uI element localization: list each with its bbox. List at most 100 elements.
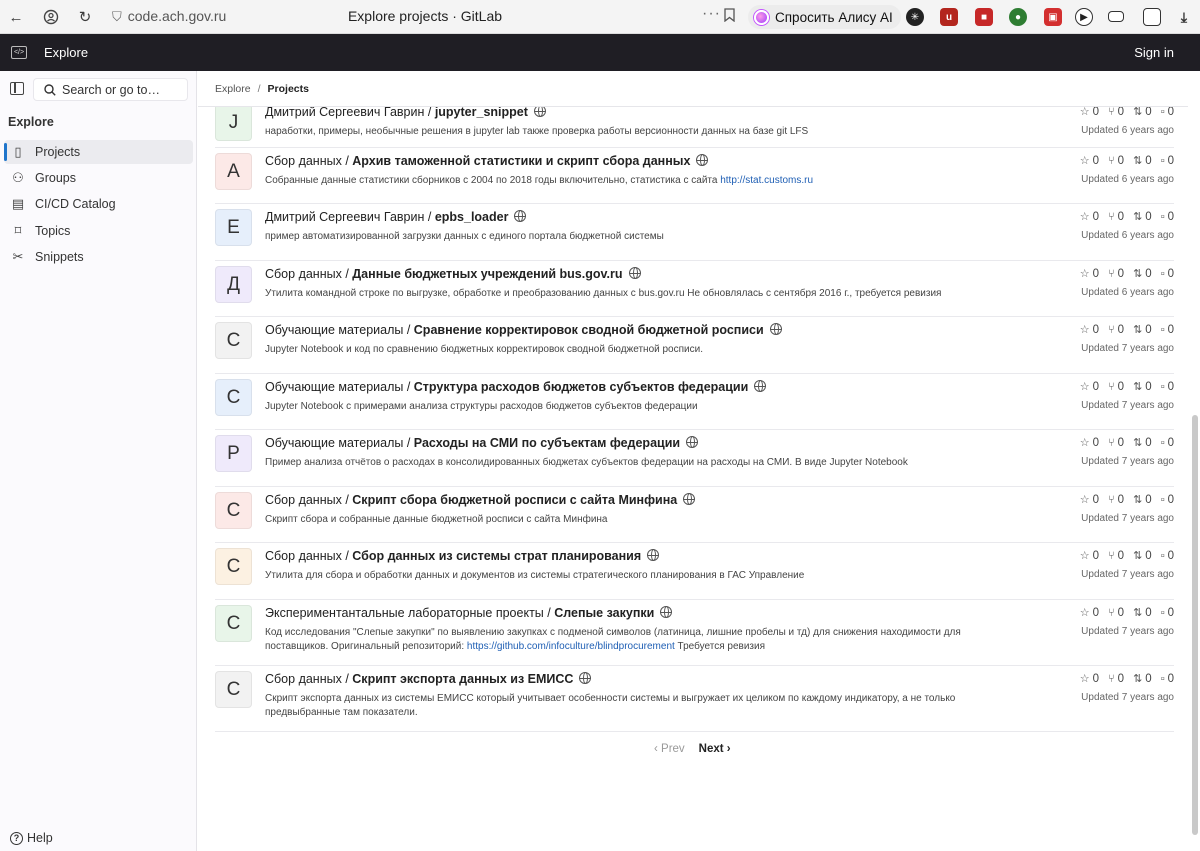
description-link[interactable]: http://stat.customs.ru (720, 175, 813, 186)
fork-count[interactable]: ⑂ 0 (1108, 549, 1124, 562)
project-row[interactable]: Р Обучающие материалы / Расходы на СМИ по… (215, 430, 1174, 487)
fork-count[interactable]: ⑂ 0 (1108, 154, 1124, 167)
topnav-title[interactable]: Explore (44, 45, 88, 60)
project-title[interactable]: Сбор данных / Архив таможенной статистик… (265, 154, 709, 168)
more-options-icon[interactable]: ··· (702, 5, 721, 23)
help-button[interactable]: ? Help (10, 831, 53, 845)
sidebar-item-topics[interactable]: ⌑ Topics (4, 219, 193, 243)
star-count[interactable]: ☆ 0 (1080, 549, 1099, 563)
project-title[interactable]: Дмитрий Сергеевич Гаврин / jupyter_snipp… (265, 107, 546, 119)
project-row[interactable]: С Обучающие материалы / Сравнение коррект… (215, 317, 1174, 374)
project-title[interactable]: Сбор данных / Скрипт экспорта данных из … (265, 672, 592, 686)
search-input[interactable]: Search or go to… (33, 78, 188, 101)
project-name[interactable]: Архив таможенной статистики и скрипт сбо… (352, 154, 690, 168)
issue-count[interactable]: ▫ 0 (1161, 436, 1174, 449)
project-row[interactable]: A Сбор данных / Архив таможенной статисти… (215, 148, 1174, 204)
star-count[interactable]: ☆ 0 (1080, 154, 1099, 168)
star-count[interactable]: ☆ 0 (1080, 210, 1099, 224)
issue-count[interactable]: ▫ 0 (1161, 323, 1174, 336)
issue-count[interactable]: ▫ 0 (1161, 267, 1174, 280)
code-logo-icon[interactable]: </> (11, 46, 27, 59)
battery-extension-icon[interactable] (1108, 11, 1124, 22)
sidebar-item-snippets[interactable]: ✂ Snippets (4, 245, 193, 269)
fork-count[interactable]: ⑂ 0 (1108, 380, 1124, 393)
issue-count[interactable]: ▫ 0 (1161, 107, 1174, 118)
puzzle-extension-icon[interactable] (1143, 8, 1161, 26)
star-count[interactable]: ☆ 0 (1080, 493, 1099, 507)
merge-request-count[interactable]: ⇅ 0 (1133, 549, 1152, 563)
project-avatar[interactable]: С (215, 379, 252, 416)
openai-extension-icon[interactable]: ✳ (906, 8, 924, 26)
sidebar-item-cicd-catalog[interactable]: ▤ CI/CD Catalog (4, 192, 193, 216)
project-title[interactable]: Обучающие материалы / Расходы на СМИ по … (265, 436, 699, 450)
download-icon[interactable]: ⤓ (1175, 8, 1193, 26)
breadcrumb-explore[interactable]: Explore (215, 83, 251, 95)
fork-count[interactable]: ⑂ 0 (1108, 493, 1124, 506)
fork-count[interactable]: ⑂ 0 (1108, 267, 1124, 280)
project-row[interactable]: J Дмитрий Сергеевич Гаврин / jupyter_snip… (215, 107, 1174, 148)
merge-request-count[interactable]: ⇅ 0 (1133, 436, 1152, 450)
merge-request-count[interactable]: ⇅ 0 (1133, 323, 1152, 337)
project-row[interactable]: С Экспериментантальные лабораторные проек… (215, 600, 1174, 666)
project-avatar[interactable]: С (215, 548, 252, 585)
merge-request-count[interactable]: ⇅ 0 (1133, 606, 1152, 620)
project-name[interactable]: Структура расходов бюджетов субъектов фе… (414, 380, 749, 394)
prev-page-button[interactable]: ‹ Prev (654, 743, 685, 755)
star-count[interactable]: ☆ 0 (1080, 267, 1099, 281)
project-avatar[interactable]: Д (215, 266, 252, 303)
fork-count[interactable]: ⑂ 0 (1108, 323, 1124, 336)
star-count[interactable]: ☆ 0 (1080, 323, 1099, 337)
project-name[interactable]: Скрипт сбора бюджетной росписи с сайта М… (352, 493, 677, 507)
project-row[interactable]: Д Сбор данных / Данные бюджетных учрежден… (215, 261, 1174, 317)
sidebar-toggle-icon[interactable] (10, 82, 24, 95)
bookmark-icon[interactable] (724, 8, 735, 25)
project-avatar[interactable]: A (215, 153, 252, 190)
merge-request-count[interactable]: ⇅ 0 (1133, 493, 1152, 507)
project-avatar[interactable]: Р (215, 435, 252, 472)
play-extension-icon[interactable]: ▶ (1075, 8, 1093, 26)
project-row[interactable]: E Дмитрий Сергеевич Гаврин / epbs_loader п… (215, 204, 1174, 261)
project-row[interactable]: С Обучающие материалы / Структура расходо… (215, 374, 1174, 430)
fork-count[interactable]: ⑂ 0 (1108, 436, 1124, 449)
project-row[interactable]: С Сбор данных / Сбор данных из системы ст… (215, 543, 1174, 600)
project-name[interactable]: jupyter_snippet (435, 107, 528, 119)
description-link[interactable]: https://github.com/infoculture/blindproc… (467, 641, 675, 652)
project-avatar[interactable]: J (215, 107, 252, 141)
project-avatar[interactable]: С (215, 605, 252, 642)
next-page-button[interactable]: Next › (699, 743, 731, 755)
project-name[interactable]: epbs_loader (435, 210, 509, 224)
shield-extension-icon[interactable]: ■ (975, 8, 993, 26)
project-row[interactable]: С Сбор данных / Скрипт сбора бюджетной ро… (215, 487, 1174, 543)
merge-request-count[interactable]: ⇅ 0 (1133, 267, 1152, 281)
project-name[interactable]: Сравнение корректировок сводной бюджетно… (414, 323, 764, 337)
project-avatar[interactable]: С (215, 671, 252, 708)
project-title[interactable]: Дмитрий Сергеевич Гаврин / epbs_loader (265, 210, 527, 224)
sidebar-item-groups[interactable]: ⚇ Groups (4, 166, 193, 190)
project-row[interactable]: С Сбор данных / Скрипт экспорта данных из… (215, 666, 1174, 732)
issue-count[interactable]: ▫ 0 (1161, 210, 1174, 223)
project-title[interactable]: Обучающие материалы / Сравнение корректи… (265, 323, 782, 337)
issue-count[interactable]: ▫ 0 (1161, 380, 1174, 393)
issue-count[interactable]: ▫ 0 (1161, 493, 1174, 506)
project-avatar[interactable]: С (215, 322, 252, 359)
issue-count[interactable]: ▫ 0 (1161, 154, 1174, 167)
merge-request-count[interactable]: ⇅ 0 (1133, 154, 1152, 168)
issue-count[interactable]: ▫ 0 (1161, 672, 1174, 685)
project-name[interactable]: Данные бюджетных учреждений bus.gov.ru (352, 267, 622, 281)
star-count[interactable]: ☆ 0 (1080, 380, 1099, 394)
fork-count[interactable]: ⑂ 0 (1108, 107, 1124, 118)
project-title[interactable]: Экспериментантальные лабораторные проект… (265, 606, 673, 620)
ublock-extension-icon[interactable]: u (940, 8, 958, 26)
scrollbar[interactable] (1192, 415, 1198, 835)
sign-in-link[interactable]: Sign in (1134, 45, 1174, 60)
project-name[interactable]: Расходы на СМИ по субъектам федерации (414, 436, 680, 450)
project-title[interactable]: Сбор данных / Скрипт сбора бюджетной рос… (265, 493, 696, 507)
fork-count[interactable]: ⑂ 0 (1108, 672, 1124, 685)
breadcrumb-projects[interactable]: Projects (268, 83, 309, 95)
merge-request-count[interactable]: ⇅ 0 (1133, 210, 1152, 224)
project-avatar[interactable]: E (215, 209, 252, 246)
issue-count[interactable]: ▫ 0 (1161, 606, 1174, 619)
merge-request-count[interactable]: ⇅ 0 (1133, 672, 1152, 686)
project-title[interactable]: Сбор данных / Данные бюджетных учреждени… (265, 267, 641, 281)
project-title[interactable]: Обучающие материалы / Структура расходов… (265, 380, 767, 394)
